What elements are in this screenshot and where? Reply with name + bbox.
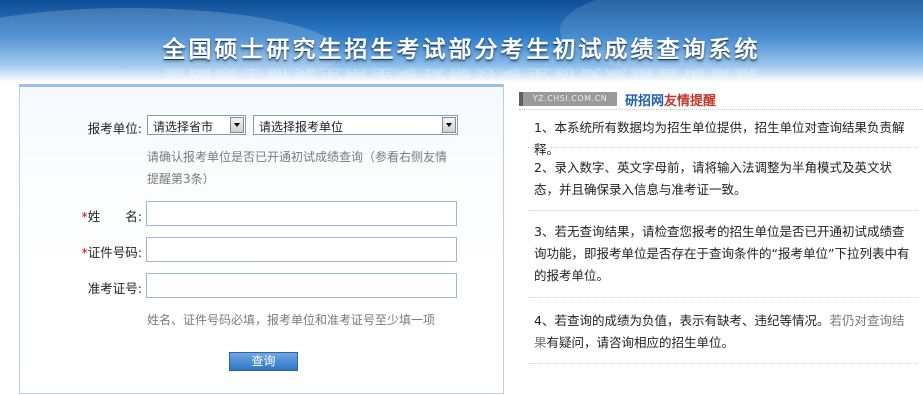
notice-title: 研招网友情提醒 — [625, 90, 716, 109]
header-banner: 全国硕士研究生招生考试部分考生初试成绩查询系统 全国硕士研究生招生考试部分考生初… — [0, 0, 923, 82]
divider — [528, 363, 918, 364]
unit-select[interactable]: 请选择报考单位 — [253, 115, 458, 135]
page-title: 全国硕士研究生招生考试部分考生初试成绩查询系统 — [162, 37, 761, 63]
notice-item-3: 3、若无查询结果，请检查您报考的招生单位是否已开通初试成绩查询功能，即报考单位是… — [534, 224, 910, 283]
notice-item-2: 2、录入数字、英文字母前，请将输入法调整为半角模式及英文状态，并且确保录入信息与… — [534, 160, 892, 197]
page-title-reflection: 全国硕士研究生招生考试部分考生初试成绩查询系统 — [162, 66, 761, 79]
notice-item-4-tail: 有疑问，请咨询相应的招生单位。 — [546, 335, 735, 350]
fill-hint: 姓名、证件号码必填，报考单位和准考证号至少填一项 — [147, 313, 436, 327]
divider — [528, 210, 918, 211]
chevron-down-icon[interactable] — [442, 117, 456, 133]
notice-title-site: 研招网 — [625, 94, 665, 109]
unit-hint: 请确认报考单位是否已开通初试成绩查询（参看右侧友情提醒第3条） — [147, 150, 448, 186]
notice-item-4: 4、若查询的成绩为负值，表示有缺考、违纪等情况。若仍对查询结果有疑问，请咨询相应… — [534, 310, 916, 354]
id-number-input[interactable] — [146, 237, 457, 262]
site-tag: YZ.CHSI.COM.CN — [519, 92, 617, 106]
divider — [528, 147, 918, 148]
id-label: *证件号码: — [82, 242, 142, 261]
divider — [519, 109, 923, 110]
notice-title-reminder: 友情提醒 — [664, 94, 717, 109]
province-select[interactable]: 请选择省市 — [147, 115, 246, 135]
unit-label: 报考单位: — [87, 121, 142, 136]
name-label: *姓 名: — [82, 206, 142, 225]
divider — [528, 297, 918, 298]
notice-item-4-main: 4、若查询的成绩为负值，表示有缺考、违纪等情况。 — [534, 313, 830, 328]
unit-select-value: 请选择报考单位 — [259, 120, 344, 134]
name-label-text: 姓 名: — [87, 209, 142, 224]
notice-item-1: 1、本系统所有数据均为招生单位提供，招生单位对查询结果负责解释。 — [534, 120, 905, 157]
province-select-value: 请选择省市 — [153, 120, 214, 134]
chevron-down-icon[interactable] — [230, 117, 244, 133]
query-form-panel: 报考单位: 请选择省市 请选择报考单位 请确认报考单位是否已开通初试成绩查询（参… — [19, 84, 504, 394]
id-label-text: 证件号码: — [87, 245, 142, 260]
name-input[interactable] — [146, 201, 457, 226]
query-button[interactable]: 查询 — [229, 352, 298, 371]
ticket-number-input[interactable] — [146, 273, 457, 298]
notice-header: YZ.CHSI.COM.CN 研招网友情提醒 — [519, 90, 923, 110]
ticket-label: 准考证号: — [87, 281, 142, 296]
